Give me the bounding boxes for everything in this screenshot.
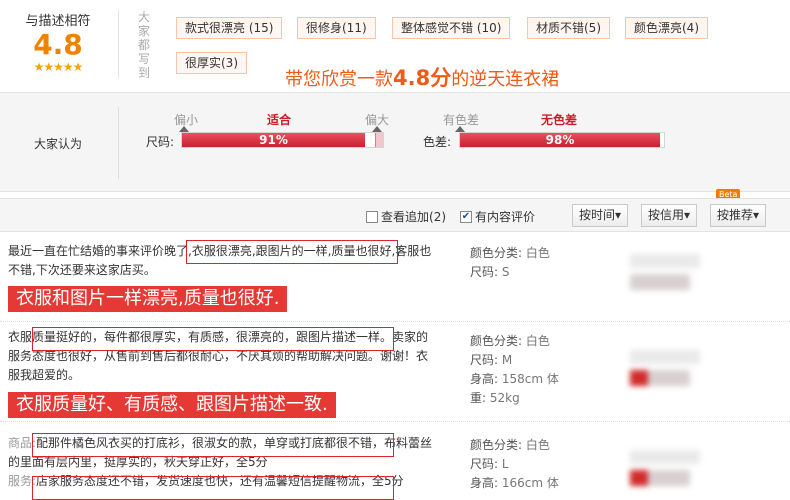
divider xyxy=(118,107,119,179)
reviewer-info xyxy=(630,254,770,290)
meta-row: 尺码: S xyxy=(470,263,550,282)
meta-key: 尺码: xyxy=(470,457,499,471)
sort-by-recommend-button[interactable]: 按推荐▾ xyxy=(710,204,767,227)
meta-value: 白色 xyxy=(525,438,550,452)
meta-key: 身高: xyxy=(470,372,499,386)
reviewer-badge-icon xyxy=(630,470,648,486)
highlight-box xyxy=(32,433,394,457)
headline: 带您欣赏一款4.8分的逆天连衣裙 xyxy=(285,62,559,92)
tag-overall-good[interactable]: 整体感觉不错 (10) xyxy=(392,17,511,39)
color-bar: 98% xyxy=(459,132,665,148)
reviewer-level-blurred xyxy=(630,470,690,486)
meta-value: 166cm 体 xyxy=(501,476,559,490)
fit-panel: 大家认为 偏小 适合 偏大 尺码: 91% 有色差 无色差 色差: 98% xyxy=(0,92,790,192)
tag-thick[interactable]: 很厚实(3) xyxy=(176,52,247,74)
meta-row: 颜色分类: 白色 xyxy=(470,436,559,455)
meta-row: 身高: 158cm 体 xyxy=(470,370,559,389)
review-item: 最近一直在忙结婚的事来评价晚了,衣服很漂亮,跟图片的一样,质量也很好,客服也不错… xyxy=(0,236,790,322)
reviewer-name-blurred xyxy=(630,450,700,464)
follow-up-checkbox[interactable]: 查看追加 (2) xyxy=(366,208,446,225)
tag-style-pretty[interactable]: 款式很漂亮 (15) xyxy=(176,17,283,39)
tag-color-pretty[interactable]: 颜色漂亮(4) xyxy=(625,17,708,39)
color-scale-nodiff: 无色差 xyxy=(541,113,578,127)
reviewer-name-blurred xyxy=(630,350,700,364)
highlight-box xyxy=(32,476,394,500)
follow-up-count: (2) xyxy=(429,209,447,224)
checkbox-icon[interactable]: ✔ xyxy=(460,210,472,223)
review-meta: 颜色分类: 白色 尺码: L 身高: 166cm 体 xyxy=(470,436,559,493)
review-item: 商品:配那件橘色风衣买的打底衫，很淑女的款，单穿或打底都很不错，布料蕾丝的里面有… xyxy=(0,428,790,500)
size-row-label: 尺码: xyxy=(146,135,175,149)
headline-highlight: 4.8分 xyxy=(393,66,452,90)
chevron-down-icon: ▾ xyxy=(684,208,691,222)
fit-label: 大家认为 xyxy=(34,137,83,151)
meta-value: L xyxy=(501,457,509,471)
meta-key: 颜色分类: xyxy=(470,334,523,348)
headline-prefix: 带您欣赏一款 xyxy=(285,69,393,90)
review-meta: 颜色分类: 白色 尺码: M 身高: 158cm 体 重: 52kg xyxy=(470,332,559,408)
sort-by-recommend-label: 按推荐 xyxy=(717,208,754,222)
score-box: 与描述相符 4.8 ★★★★★ xyxy=(8,10,108,73)
meta-value: 白色 xyxy=(525,246,550,260)
reviewer-name-blurred xyxy=(630,254,700,268)
rating-panel: 与描述相符 4.8 ★★★★★ 大家都写到 款式很漂亮 (15) 很修身(11)… xyxy=(0,0,790,92)
highlight-box xyxy=(32,327,394,351)
meta-value: M xyxy=(501,353,513,367)
tag-slim-fit[interactable]: 很修身(11) xyxy=(297,17,376,39)
star-rating-icon: ★★★★★ xyxy=(33,60,84,74)
score-title: 与描述相符 xyxy=(25,14,91,29)
sort-by-credit-button[interactable]: 按信用▾ xyxy=(641,204,698,227)
reviewer-info xyxy=(630,350,770,386)
follow-up-label: 查看追加 xyxy=(381,210,430,224)
chevron-down-icon: ▾ xyxy=(753,208,760,222)
size-bar-fill: 91% xyxy=(182,133,365,147)
meta-row: 重: 52kg xyxy=(470,389,559,408)
size-scale-fit: 适合 xyxy=(267,113,292,127)
reviewer-level-blurred xyxy=(630,370,690,386)
tags-vertical-label: 大家都写到 xyxy=(138,10,151,80)
headline-suffix: 的逆天连衣裙 xyxy=(451,69,560,90)
highlight-box xyxy=(186,240,398,264)
reviewer-level-blurred xyxy=(630,274,690,290)
review-banner: 衣服质量好、有质感、跟图片描述一致. xyxy=(8,392,336,418)
meta-row: 身高: 166cm 体 xyxy=(470,474,559,493)
meta-key: 身高: xyxy=(470,476,499,490)
tag-material-good[interactable]: 材质不错(5) xyxy=(527,17,610,39)
divider xyxy=(118,10,119,78)
color-row-label: 色差: xyxy=(423,135,452,149)
meta-key: 颜色分类: xyxy=(470,246,523,260)
review-meta: 颜色分类: 白色 尺码: S xyxy=(470,244,550,282)
meta-value: 158cm 体 xyxy=(501,372,559,386)
sort-by-credit-label: 按信用 xyxy=(648,208,685,222)
review-item: 衣服质量挺好的，每件都很厚实，有质感，很漂亮的，跟图片描述一样。卖家的服务态度也… xyxy=(0,322,790,422)
meta-row: 尺码: M xyxy=(470,351,559,370)
size-bar-end xyxy=(375,133,383,147)
meta-value: 白色 xyxy=(525,334,550,348)
meta-row: 颜色分类: 白色 xyxy=(470,244,550,263)
meta-row: 颜色分类: 白色 xyxy=(470,332,559,351)
meta-key: 颜色分类: xyxy=(470,438,523,452)
meta-value: S xyxy=(501,265,510,279)
with-content-checkbox[interactable]: ✔ 有内容评价 xyxy=(460,208,535,225)
sort-by-time-label: 按时间 xyxy=(579,208,616,222)
reviewer-badge-icon xyxy=(630,370,648,386)
meta-key: 尺码: xyxy=(470,353,499,367)
meta-key: 重: xyxy=(470,391,487,405)
with-content-label: 有内容评价 xyxy=(475,210,536,224)
reviewer-info xyxy=(630,450,770,486)
meta-row: 尺码: L xyxy=(470,455,559,474)
checkbox-icon[interactable] xyxy=(366,210,378,223)
meta-value: 52kg xyxy=(489,391,520,405)
sort-by-time-button[interactable]: 按时间▾ xyxy=(572,204,629,227)
review-banner: 衣服和图片一样漂亮,质量也很好. xyxy=(8,286,288,312)
color-bar-fill: 98% xyxy=(460,133,660,147)
score-value: 4.8 xyxy=(33,28,83,61)
size-bar: 91% xyxy=(181,132,384,148)
chevron-down-icon: ▾ xyxy=(615,208,622,222)
filter-bar: 查看追加 (2) ✔ 有内容评价 按时间▾ 按信用▾ 按推荐▾ xyxy=(0,198,790,232)
meta-key: 尺码: xyxy=(470,265,499,279)
